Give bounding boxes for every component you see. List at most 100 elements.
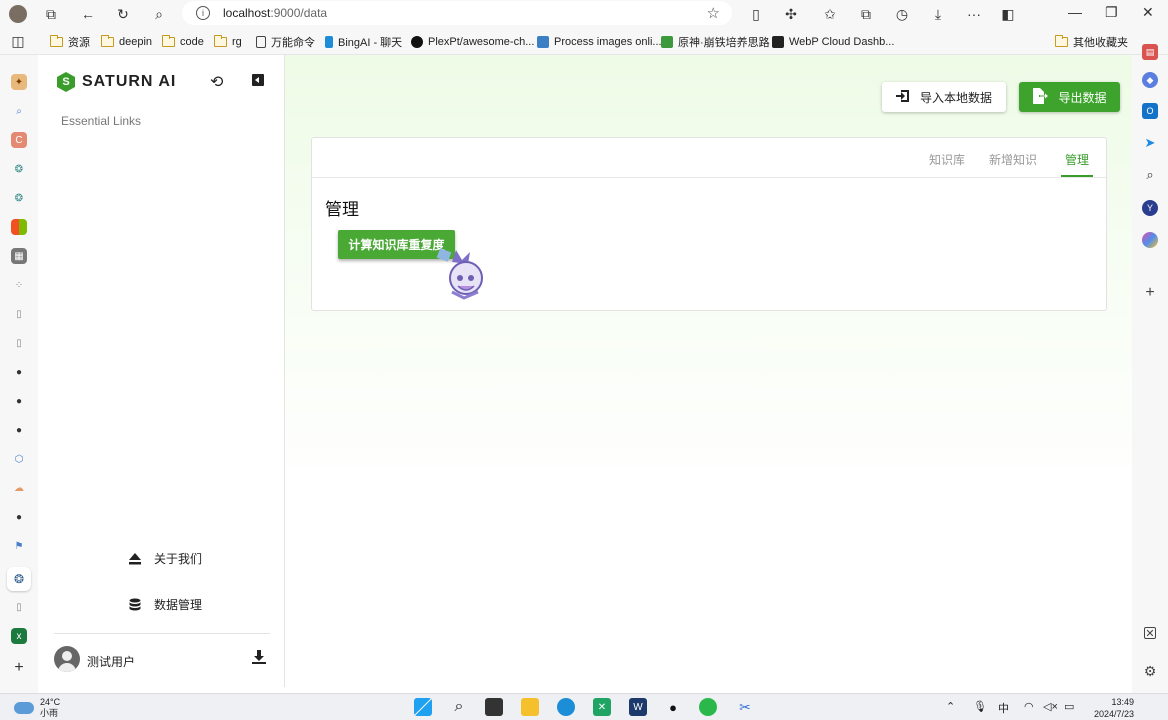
tab-favicon-icon[interactable]: ✦ <box>11 74 27 90</box>
xshell-icon[interactable]: ✕ <box>593 698 611 716</box>
shield-tab-icon[interactable]: ⬡ <box>11 451 27 467</box>
import-local-data-button[interactable]: 导入本地数据 <box>882 82 1006 112</box>
search-tab-icon[interactable]: ⌕ <box>11 103 27 119</box>
page-tab-icon[interactable]: ▯ <box>11 335 27 351</box>
wechat-icon[interactable] <box>699 698 717 716</box>
history-icon[interactable]: ⟲ <box>210 72 223 92</box>
refresh-icon[interactable]: ↻ <box>113 4 133 24</box>
bookmark-item[interactable]: BingAI - 聊天 <box>325 33 402 50</box>
favorites-icon[interactable]: ✩ <box>820 4 840 24</box>
settings-icon[interactable]: ⚙ <box>1142 663 1158 679</box>
hide-sidebar-icon[interactable]: ✕ <box>1144 627 1156 640</box>
wifi-icon[interactable]: ◠ <box>1024 700 1034 713</box>
bookmark-item[interactable]: Process images onli... <box>537 33 662 50</box>
other-bookmarks[interactable]: 其他收藏夹 <box>1055 33 1128 50</box>
weather-widget[interactable]: 24°C 小雨 <box>14 697 60 719</box>
webstorm-icon[interactable]: W <box>629 698 647 716</box>
start-menu-icon[interactable] <box>414 698 432 716</box>
search-icon[interactable]: ⌕ <box>450 698 468 716</box>
volume-muted-icon[interactable]: ◁× <box>1043 700 1058 713</box>
bookmark-item[interactable]: PlexPt/awesome-ch... <box>411 33 534 50</box>
openai-tab-icon[interactable]: ❂ <box>11 190 27 206</box>
downloads-icon[interactable]: ⤓ <box>928 4 948 24</box>
send-icon[interactable]: ➤ <box>1142 135 1158 151</box>
active-tab-indicator <box>1061 175 1093 177</box>
address-bar[interactable]: i localhost:9000/data ☆ <box>182 1 732 25</box>
split-screen-icon[interactable]: ◧ <box>998 4 1018 24</box>
search-icon[interactable]: ⌕ <box>1142 167 1158 183</box>
mascot-image <box>434 246 494 302</box>
yandex-icon[interactable]: Y <box>1142 200 1158 216</box>
tab-favicon-icon[interactable]: C <box>11 132 27 148</box>
github-tab-icon[interactable]: ● <box>11 422 27 438</box>
extensions-icon[interactable]: ✣ <box>781 4 801 24</box>
ime-indicator[interactable]: 中 <box>998 700 1009 716</box>
collapse-sidebar-icon[interactable] <box>252 74 264 86</box>
favorite-star-icon[interactable]: ☆ <box>707 4 720 22</box>
page-tab-icon[interactable]: ▯ <box>11 599 27 615</box>
microphone-icon[interactable]: 🎙 <box>973 700 987 713</box>
eject-icon <box>128 552 142 566</box>
rain-cloud-icon <box>14 702 34 714</box>
brand-logo[interactable]: S SATURN AI <box>57 72 176 92</box>
copilot-icon[interactable]: ◆ <box>1142 72 1158 88</box>
microsoft-tab-icon[interactable] <box>11 219 27 235</box>
more-menu-icon[interactable]: ··· <box>964 4 984 24</box>
add-app-icon[interactable]: + <box>1142 284 1158 301</box>
reading-view-icon[interactable]: ▯ <box>746 4 766 24</box>
profile-avatar-icon[interactable] <box>8 4 28 24</box>
bookmark-folder[interactable]: rg <box>214 33 242 50</box>
bookmark-item[interactable]: WebP Cloud Dashb... <box>772 33 894 50</box>
history-icon[interactable]: ◷ <box>892 4 912 24</box>
active-tab-icon[interactable]: ❂ <box>7 567 31 591</box>
github-tab-icon[interactable]: ● <box>11 509 27 525</box>
saturn-logo-icon: S <box>57 72 75 92</box>
edge-browser-icon[interactable] <box>557 698 575 716</box>
tray-expand-icon[interactable]: ⌃ <box>946 700 955 713</box>
openai-tab-icon[interactable]: ❂ <box>11 161 27 177</box>
bookmark-folder[interactable]: code <box>162 33 204 50</box>
sidebar-item-about[interactable]: 关于我们 <box>128 550 202 567</box>
outlook-icon[interactable]: O <box>1142 103 1158 119</box>
tab-favicon-icon[interactable]: ▦ <box>11 248 27 264</box>
bookmark-item[interactable]: 万能命令 <box>256 33 315 50</box>
qq-icon[interactable]: ● <box>664 698 682 716</box>
dots-tab-icon[interactable]: ⁘ <box>11 277 27 293</box>
new-tab-icon[interactable]: + <box>11 659 27 676</box>
tab-add-knowledge[interactable]: 新增知识 <box>989 151 1037 168</box>
app-sidebar: S SATURN AI ⟲ Essential Links 关于我们 数据管理 … <box>42 55 285 687</box>
bookmark-item[interactable]: 原神·崩铁培养思路 <box>661 33 770 50</box>
cloud-tab-icon[interactable]: ☁ <box>11 480 27 496</box>
collections-icon[interactable]: ⧉ <box>856 4 876 24</box>
tab-knowledge-base[interactable]: 知识库 <box>929 151 965 168</box>
back-icon[interactable]: ← <box>78 4 98 24</box>
excel-tab-icon[interactable]: x <box>11 628 27 644</box>
file-explorer-icon[interactable] <box>521 698 539 716</box>
workspaces-icon[interactable]: ⧉ <box>41 4 61 24</box>
task-view-icon[interactable] <box>485 698 503 716</box>
github-tab-icon[interactable]: ● <box>11 364 27 380</box>
user-bar: 测试用户 <box>54 633 270 685</box>
sidebar-toggle-icon[interactable]: ◫ <box>8 31 28 51</box>
github-tab-icon[interactable]: ● <box>11 393 27 409</box>
tab-manage[interactable]: 管理 <box>1065 151 1089 168</box>
avatar[interactable] <box>54 646 80 672</box>
flag-tab-icon[interactable]: ⚑ <box>11 538 27 554</box>
close-icon[interactable]: ✕ <box>1142 4 1154 21</box>
bookmark-folder[interactable]: deepin <box>101 33 152 50</box>
weather-condition: 小雨 <box>40 708 59 718</box>
minimize-icon[interactable]: — <box>1068 4 1082 20</box>
search-icon[interactable]: ⌕ <box>149 4 169 24</box>
page-tab-icon[interactable]: ▯ <box>11 306 27 322</box>
snipping-tool-icon[interactable]: ✂ <box>736 698 754 716</box>
bookmark-folder[interactable]: 资源 <box>50 33 90 50</box>
export-data-button[interactable]: 导出数据 <box>1019 82 1120 112</box>
site-info-icon[interactable]: i <box>196 6 210 20</box>
sidebar-item-data-management[interactable]: 数据管理 <box>128 596 202 613</box>
copilot-app-icon[interactable] <box>1142 232 1158 248</box>
download-icon[interactable] <box>252 650 266 667</box>
battery-icon[interactable]: ▭ <box>1064 700 1074 713</box>
toolbox-icon[interactable]: ▤ <box>1142 44 1158 60</box>
restore-icon[interactable]: ❐ <box>1105 4 1118 21</box>
system-clock[interactable]: 13:49 2024/7/23 <box>1088 696 1134 720</box>
